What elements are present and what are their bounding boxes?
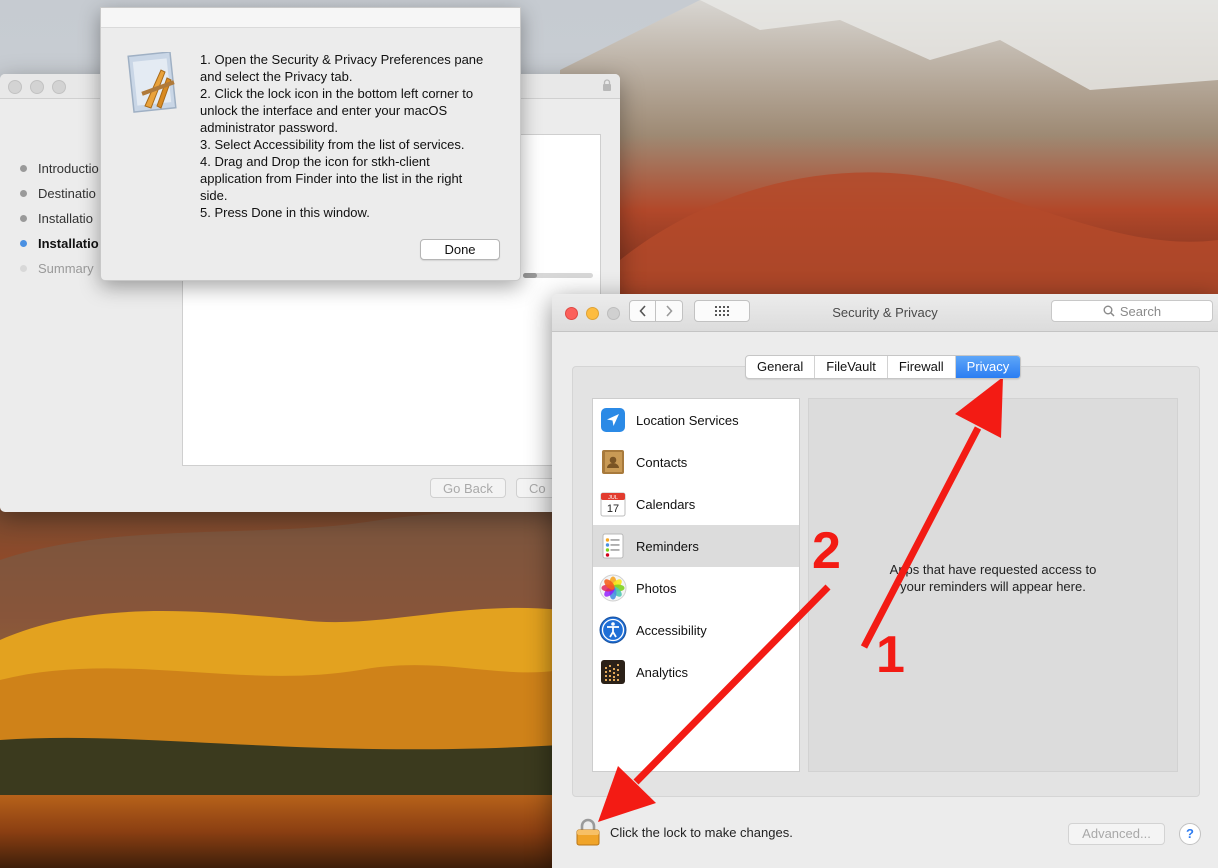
accessibility-figure-icon xyxy=(599,616,627,644)
tab-filevault[interactable]: FileVault xyxy=(815,356,888,378)
service-label: Contacts xyxy=(636,454,688,470)
advanced-button[interactable]: Advanced... xyxy=(1068,823,1165,845)
zoom-button[interactable] xyxy=(52,80,66,94)
window-controls xyxy=(8,80,66,94)
step-label: Introductio xyxy=(38,161,99,176)
step-installation: Installatio xyxy=(20,231,99,256)
instruction-line: unlock the interface and enter your macO… xyxy=(200,103,448,118)
install-progress-bar xyxy=(523,273,593,278)
close-button[interactable] xyxy=(8,80,22,94)
service-label: Accessibility xyxy=(636,622,707,638)
instruction-line: application from Finder into the list in… xyxy=(200,171,463,186)
instruction-line: 4. Drag and Drop the icon for stkh-clien… xyxy=(200,154,430,169)
instruction-line: 3. Select Accessibility from the list of… xyxy=(200,137,465,152)
tab-general[interactable]: General xyxy=(746,356,816,378)
search-icon xyxy=(1103,305,1115,317)
step-installation-type: Installatio xyxy=(20,206,99,231)
calendar-month: JUL xyxy=(608,495,618,501)
tab-privacy[interactable]: Privacy xyxy=(955,356,1021,378)
instructions-sheet: 1. Open the Security & Privacy Preferenc… xyxy=(100,7,521,281)
annotation-number-one: 1 xyxy=(876,626,905,684)
title-lock-icon xyxy=(603,79,611,91)
service-label: Reminders xyxy=(636,538,699,554)
calendar-icon: JUL 17 xyxy=(599,490,627,518)
service-location-services[interactable]: Location Services xyxy=(593,399,799,441)
service-contacts[interactable]: Contacts xyxy=(593,441,799,483)
privacy-services-list: Location Services Contacts JUL 17 Calend… xyxy=(592,398,800,772)
minimize-button[interactable] xyxy=(30,80,44,94)
developer-tool-app-icon xyxy=(127,52,177,113)
install-progress-fill xyxy=(523,273,537,278)
step-label: Destinatio xyxy=(38,186,96,201)
step-dot xyxy=(20,165,27,172)
empty-apps-message: Apps that have requested access to your … xyxy=(889,562,1097,594)
security-privacy-window: Security & Privacy Search General FileVa… xyxy=(552,294,1218,868)
service-reminders[interactable]: Reminders xyxy=(593,525,799,567)
instruction-line: and select the Privacy tab. xyxy=(200,69,353,84)
step-label: Summary xyxy=(38,261,94,276)
service-photos[interactable]: Photos xyxy=(593,567,799,609)
instruction-line: side. xyxy=(200,188,228,203)
step-summary: Summary xyxy=(20,256,99,281)
step-destination: Destinatio xyxy=(20,181,99,206)
prefs-tab-bar: General FileVault Firewall Privacy xyxy=(745,355,1022,379)
step-dot xyxy=(20,240,27,247)
instruction-line: administrator password. xyxy=(200,120,338,135)
sheet-header xyxy=(101,8,520,28)
instruction-line: 2. Click the lock icon in the bottom lef… xyxy=(200,86,474,101)
service-apps-pane: Apps that have requested access to your … xyxy=(808,398,1178,772)
annotation-number-two: 2 xyxy=(812,522,841,580)
instruction-line: 1. Open the Security & Privacy Preferenc… xyxy=(200,52,484,67)
instruction-line: 5. Press Done in this window. xyxy=(200,205,370,220)
step-label: Installatio xyxy=(38,211,93,226)
step-label: Installatio xyxy=(38,236,99,251)
service-calendars[interactable]: JUL 17 Calendars xyxy=(593,483,799,525)
reminders-list-icon xyxy=(599,532,627,560)
service-analytics[interactable]: Analytics xyxy=(593,651,799,693)
lock-label: Click the lock to make changes. xyxy=(610,824,793,840)
service-label: Photos xyxy=(636,580,677,596)
location-arrow-icon xyxy=(599,406,627,434)
service-label: Calendars xyxy=(636,496,696,512)
step-introduction: Introductio xyxy=(20,156,99,181)
help-button[interactable]: ? xyxy=(1179,823,1201,845)
calendar-day: 17 xyxy=(607,503,619,515)
done-button[interactable]: Done xyxy=(420,239,500,260)
instructions-text: 1. Open the Security & Privacy Preferenc… xyxy=(200,51,505,221)
installer-steps: Introductio Destinatio Installatio Insta… xyxy=(20,156,99,281)
service-accessibility[interactable]: Accessibility xyxy=(593,609,799,651)
go-back-button[interactable]: Go Back xyxy=(430,478,506,498)
search-field[interactable]: Search xyxy=(1051,300,1213,322)
prefs-toolbar: Security & Privacy Search xyxy=(552,294,1218,332)
lock-icon[interactable] xyxy=(576,818,600,846)
step-dot xyxy=(20,190,27,197)
service-label: Analytics xyxy=(636,664,689,680)
step-dot xyxy=(20,265,27,272)
step-dot xyxy=(20,215,27,222)
tab-firewall[interactable]: Firewall xyxy=(888,356,956,378)
contacts-book-icon xyxy=(599,448,627,476)
service-label: Location Services xyxy=(636,412,739,428)
lock-area: Click the lock to make changes. xyxy=(576,818,793,846)
analytics-grid-icon xyxy=(599,658,627,686)
search-placeholder: Search xyxy=(1119,303,1162,319)
photos-flower-icon xyxy=(599,574,627,602)
